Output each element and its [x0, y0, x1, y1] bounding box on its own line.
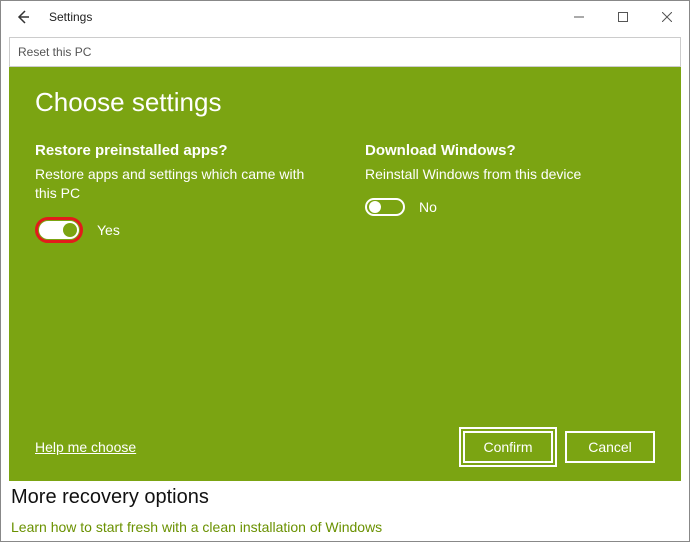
restore-apps-toggle[interactable]	[39, 221, 79, 239]
minimize-button[interactable]	[557, 1, 601, 33]
option-title: Restore preinstalled apps?	[35, 142, 325, 159]
arrow-left-icon	[15, 9, 31, 25]
toggle-label: Yes	[97, 222, 120, 238]
titlebar: Settings	[1, 1, 689, 33]
cancel-button[interactable]: Cancel	[565, 431, 655, 463]
confirm-button[interactable]: Confirm	[463, 431, 553, 463]
option-description: Reinstall Windows from this device	[365, 165, 655, 184]
more-recovery-heading: More recovery options	[11, 486, 679, 509]
toggle-row: Yes	[35, 217, 325, 243]
window-title: Settings	[49, 10, 92, 24]
toggle-knob	[63, 223, 77, 237]
option-description: Restore apps and settings which came wit…	[35, 165, 325, 203]
toggle-row: No	[365, 198, 655, 216]
toggle-knob	[369, 201, 381, 213]
panel-heading: Choose settings	[35, 87, 655, 118]
start-fresh-link[interactable]: Learn how to start fresh with a clean in…	[11, 519, 382, 535]
breadcrumb: Reset this PC	[9, 37, 681, 67]
close-icon	[662, 12, 672, 22]
close-button[interactable]	[645, 1, 689, 33]
download-windows-toggle[interactable]	[365, 198, 405, 216]
window-controls	[557, 1, 689, 33]
option-title: Download Windows?	[365, 142, 655, 159]
toggle-label: No	[419, 199, 437, 215]
minimize-icon	[574, 12, 584, 22]
toggle-highlight	[35, 217, 83, 243]
maximize-icon	[618, 12, 628, 22]
help-me-choose-link[interactable]: Help me choose	[35, 439, 136, 455]
below-panel: More recovery options Learn how to start…	[11, 486, 679, 537]
panel-footer: Help me choose Confirm Cancel	[35, 431, 655, 463]
button-group: Confirm Cancel	[463, 431, 655, 463]
settings-panel: Choose settings Restore preinstalled app…	[9, 67, 681, 481]
options-row: Restore preinstalled apps? Restore apps …	[35, 142, 655, 243]
option-restore-apps: Restore preinstalled apps? Restore apps …	[35, 142, 325, 243]
maximize-button[interactable]	[601, 1, 645, 33]
breadcrumb-text: Reset this PC	[18, 45, 91, 59]
option-download-windows: Download Windows? Reinstall Windows from…	[365, 142, 655, 243]
back-button[interactable]	[1, 1, 45, 33]
